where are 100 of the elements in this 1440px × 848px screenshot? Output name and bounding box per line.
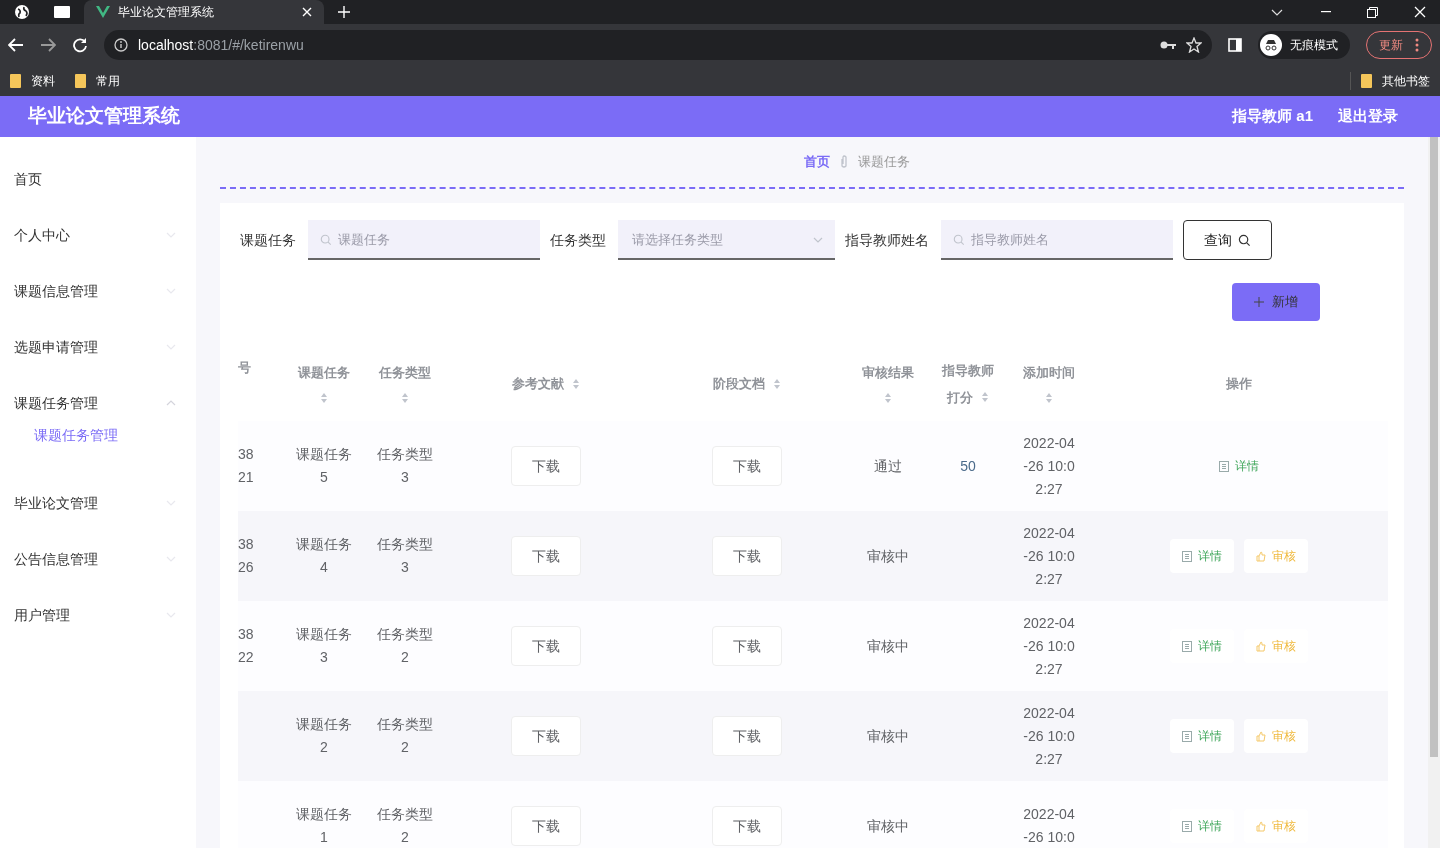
back-icon[interactable] bbox=[8, 38, 24, 52]
download-button[interactable]: 下载 bbox=[511, 716, 581, 756]
logout-link[interactable]: 退出登录 bbox=[1338, 105, 1398, 128]
download-button[interactable]: 下载 bbox=[712, 806, 782, 846]
status-cell-text: 审核中 bbox=[867, 726, 909, 746]
bookmark[interactable]: 常用 bbox=[75, 72, 120, 90]
search-icon bbox=[1238, 233, 1251, 247]
type-cell-text: 任务类型 2 bbox=[377, 805, 433, 847]
column-header: 号 bbox=[238, 359, 251, 377]
close-icon[interactable] bbox=[302, 7, 312, 17]
add-button[interactable]: 新增 bbox=[1232, 283, 1320, 321]
id-cell-text: 38 22 bbox=[238, 625, 254, 667]
status-cell-text: 审核中 bbox=[867, 636, 909, 656]
type-cell-text: 任务类型 3 bbox=[377, 445, 433, 487]
thumb-icon bbox=[1256, 550, 1266, 562]
download-button[interactable]: 下载 bbox=[511, 806, 581, 846]
address-bar[interactable]: localhost:8081/#/ketirenwu bbox=[104, 30, 1212, 60]
input-field[interactable]: 课题任务 bbox=[308, 220, 540, 260]
status-cell-text: 审核中 bbox=[867, 816, 909, 836]
sidebar-item[interactable]: 用户管理 bbox=[0, 587, 196, 643]
thumb-icon bbox=[1256, 820, 1266, 832]
time-cell-text: 2022-04 -26 10:0 2:27 bbox=[1023, 523, 1075, 589]
field-label: 课题任务 bbox=[240, 230, 296, 250]
scrollbar[interactable] bbox=[1428, 137, 1440, 848]
time-cell-text: 2022-04 -26 10:0 2:27 bbox=[1023, 433, 1075, 499]
bookmark[interactable]: 其他书签 bbox=[1361, 72, 1430, 90]
document-icon bbox=[1182, 730, 1192, 742]
app-title: 毕业论文管理系统 bbox=[28, 104, 181, 129]
forward-icon[interactable] bbox=[40, 38, 56, 52]
type-cell-text: 任务类型 2 bbox=[377, 625, 433, 667]
sidebar-subitem[interactable]: 课题任务管理 bbox=[0, 425, 196, 475]
document-icon bbox=[1182, 820, 1192, 832]
column-header: 操作 bbox=[1226, 374, 1252, 393]
sidebar-panel-icon[interactable] bbox=[1228, 38, 1242, 52]
type-cell-text: 任务类型 3 bbox=[377, 535, 433, 577]
download-button[interactable]: 下载 bbox=[511, 626, 581, 666]
download-button[interactable]: 下载 bbox=[712, 446, 782, 486]
sidebar-item[interactable]: 毕业论文管理 bbox=[0, 475, 196, 531]
chevron-icon bbox=[813, 237, 823, 243]
sidebar-item[interactable]: 选题申请管理 bbox=[0, 319, 196, 375]
more-icon bbox=[1415, 38, 1419, 52]
thumb-icon bbox=[1256, 730, 1266, 742]
minimize-icon[interactable] bbox=[1321, 11, 1331, 13]
restore-icon[interactable] bbox=[1367, 6, 1378, 18]
time-cell-text: 2022-04 -26 10:0 2:27 bbox=[1023, 703, 1075, 769]
paperclip-icon bbox=[840, 155, 848, 169]
folder-icon bbox=[1361, 74, 1372, 88]
incognito-badge[interactable]: 无痕模式 bbox=[1258, 31, 1350, 59]
breadcrumb-link[interactable]: 首页 bbox=[804, 152, 830, 172]
user-label: 指导教师 a1 bbox=[1232, 106, 1313, 127]
task-cell-text: 课题任务 1 bbox=[296, 805, 352, 847]
breadcrumb-current: 课题任务 bbox=[858, 153, 910, 172]
star-icon[interactable] bbox=[1186, 37, 1202, 53]
document-icon bbox=[1182, 640, 1192, 652]
chevron-icon bbox=[166, 400, 176, 406]
plus-icon bbox=[1254, 297, 1264, 307]
key-icon[interactable] bbox=[1160, 40, 1176, 50]
search-icon bbox=[320, 234, 332, 246]
close-icon[interactable] bbox=[1414, 6, 1426, 18]
sidebar-item[interactable]: 公告信息管理 bbox=[0, 531, 196, 587]
download-button[interactable]: 下载 bbox=[511, 536, 581, 576]
plus-icon[interactable] bbox=[338, 6, 350, 18]
chevron-icon[interactable] bbox=[1271, 8, 1283, 16]
download-button[interactable]: 下载 bbox=[712, 536, 782, 576]
download-button[interactable]: 下载 bbox=[511, 446, 581, 486]
sidebar-item[interactable]: 课题信息管理 bbox=[0, 263, 196, 319]
sidebar-item[interactable]: 个人中心 bbox=[0, 207, 196, 263]
task-cell-text: 课题任务 2 bbox=[296, 715, 352, 757]
folder-icon bbox=[75, 74, 86, 88]
info-icon bbox=[114, 38, 128, 52]
document-icon bbox=[1182, 550, 1192, 562]
search-icon bbox=[953, 234, 965, 246]
reload-icon[interactable] bbox=[72, 37, 88, 53]
v-logo-icon bbox=[96, 6, 110, 18]
bookmark[interactable]: 资料 bbox=[10, 72, 55, 90]
sidebar-item[interactable]: 首页 bbox=[0, 151, 196, 207]
task-cell-text: 课题任务 3 bbox=[296, 625, 352, 667]
time-cell-text: 2022-04 -26 10:0 2:27 bbox=[1023, 613, 1075, 679]
type-cell-text: 任务类型 2 bbox=[377, 715, 433, 757]
globe-icon[interactable] bbox=[14, 4, 30, 20]
folder-icon bbox=[10, 74, 21, 88]
field-label: 任务类型 bbox=[550, 230, 606, 250]
status-cell-text: 审核中 bbox=[867, 546, 909, 566]
browser-tab[interactable]: 毕业论文管理系统 bbox=[84, 0, 324, 24]
url-text: localhost:8081/#/ketirenwu bbox=[138, 35, 305, 55]
incognito-icon bbox=[1264, 39, 1278, 51]
download-button[interactable]: 下载 bbox=[712, 626, 782, 666]
select-field[interactable]: 请选择任务类型 bbox=[618, 220, 835, 260]
score-cell-text: 50 bbox=[960, 456, 976, 476]
download-button[interactable]: 下载 bbox=[712, 716, 782, 756]
id-cell-text: 38 21 bbox=[238, 445, 254, 487]
id-cell-text: 38 26 bbox=[238, 535, 254, 577]
field-label: 指导教师姓名 bbox=[845, 230, 929, 250]
status-cell-text: 通过 bbox=[874, 456, 902, 476]
document-icon bbox=[1219, 460, 1229, 472]
task-cell-text: 课题任务 5 bbox=[296, 445, 352, 487]
time-cell-text: 2022-04 -26 10:0 bbox=[1023, 805, 1075, 847]
search-button[interactable]: 查询 bbox=[1183, 220, 1272, 260]
input-field[interactable]: 指导教师姓名 bbox=[941, 220, 1173, 260]
task-cell-text: 课题任务 4 bbox=[296, 535, 352, 577]
